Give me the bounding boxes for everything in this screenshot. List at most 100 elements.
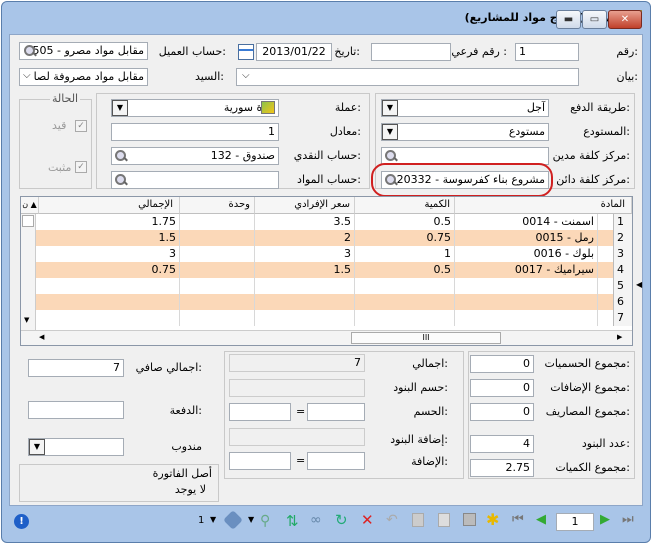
table-header-unit[interactable]: وحدة xyxy=(180,197,255,214)
save-icon[interactable] xyxy=(463,513,476,526)
scroll-down-arrow-icon[interactable]: ▼ xyxy=(24,316,29,324)
search-icon[interactable] xyxy=(23,44,37,58)
row-number[interactable]: 4 xyxy=(613,262,632,278)
payment-select[interactable]: آجل xyxy=(381,99,549,117)
vertical-scrollbar[interactable]: ▼ xyxy=(21,214,36,330)
cell-qty[interactable]: 0.5 xyxy=(355,214,455,230)
chevron-down-icon[interactable]: ⌵ xyxy=(242,70,250,81)
table-row[interactable]: 1 1.75 3.5 0.5 0014 - اسمنت xyxy=(36,214,632,230)
table-row[interactable]: 3 3 3 1 0016 - بلوك xyxy=(36,246,632,262)
currency-select[interactable]: ليرة سورية xyxy=(111,99,279,117)
rate-field[interactable]: 1 xyxy=(111,123,279,141)
payment-amount-field[interactable] xyxy=(28,401,124,419)
cell-unit[interactable] xyxy=(180,230,255,246)
posted-checkbox[interactable]: ✓ xyxy=(75,120,87,132)
table-row[interactable]: 5 ◀ xyxy=(36,278,642,294)
fixed-checkbox[interactable]: ✓ xyxy=(75,161,87,173)
row-number[interactable]: 3 xyxy=(613,246,632,262)
cell-qty[interactable] xyxy=(355,310,455,326)
row-number[interactable]: 7 xyxy=(613,310,632,326)
cell-total[interactable]: 3 xyxy=(39,246,180,262)
table-row[interactable]: 2 1.5 2 0.75 0015 - رمل xyxy=(36,230,632,246)
add-percent-field[interactable] xyxy=(307,452,365,470)
table-header-price[interactable]: سعر الإفرادي xyxy=(255,197,355,214)
chevron-down-icon[interactable]: ⌵ xyxy=(23,70,31,81)
cash-field[interactable]: 132 - صندوق xyxy=(111,147,279,165)
cell-item[interactable] xyxy=(455,310,598,326)
paste-icon[interactable] xyxy=(438,513,450,527)
close-button[interactable]: ✕ xyxy=(608,10,642,29)
cell-total[interactable] xyxy=(39,294,180,310)
row-number[interactable]: 2 xyxy=(613,230,632,246)
horizontal-scrollbar[interactable]: ◀ III ▶ xyxy=(21,330,632,345)
cell-item[interactable]: 0014 - اسمنت xyxy=(455,214,598,230)
first-record-icon[interactable]: ⏮ xyxy=(512,512,524,527)
cell-price[interactable] xyxy=(255,278,355,294)
statement-field[interactable] xyxy=(236,68,579,86)
warehouse-select[interactable]: مستودع xyxy=(381,123,549,141)
cell-unit[interactable] xyxy=(180,278,255,294)
table-header-item[interactable]: المادة xyxy=(455,197,632,214)
materials-field[interactable] xyxy=(111,171,279,189)
record-field[interactable]: 1 xyxy=(556,513,594,531)
row-number[interactable]: 1 xyxy=(613,214,632,230)
scroll-right-arrow-icon[interactable]: ▶ xyxy=(617,333,622,341)
info-icon[interactable]: ! xyxy=(14,514,29,529)
cell-price[interactable]: 2 xyxy=(255,230,355,246)
number-field[interactable]: 1 xyxy=(515,43,579,61)
search-icon[interactable] xyxy=(384,149,398,163)
dropdown-arrow-icon[interactable]: ▼ xyxy=(112,100,128,116)
dropdown-arrow-icon[interactable]: ▼ xyxy=(29,439,45,455)
minimize-button[interactable]: ▬ xyxy=(556,10,581,29)
scroll-left-arrow-icon[interactable]: ◀ xyxy=(39,333,44,341)
cell-qty[interactable]: 1 xyxy=(355,246,455,262)
view-icon[interactable]: ∞ xyxy=(310,512,322,528)
chevron-down-icon[interactable]: ▼ xyxy=(248,515,254,524)
mr-field[interactable]: مقابل مواد مصروفة لصا xyxy=(19,68,148,86)
client-account-field[interactable]: 505 - مقابل مواد مصرو xyxy=(19,42,148,60)
subnumber-field[interactable] xyxy=(371,43,451,61)
disc-percent-field[interactable] xyxy=(307,403,365,421)
dropdown-arrow-icon[interactable]: ▼ xyxy=(382,124,398,140)
copy-icon[interactable] xyxy=(412,513,424,527)
disc-value-field[interactable] xyxy=(229,403,291,421)
search-icon[interactable] xyxy=(114,173,128,187)
cell-unit[interactable] xyxy=(180,310,255,326)
add-value-field[interactable] xyxy=(229,452,291,470)
table-row[interactable]: 4 0.75 1.5 0.5 0017 - سيراميك xyxy=(36,262,632,278)
cell-price[interactable] xyxy=(255,294,355,310)
dropdown-arrow-icon[interactable]: ▼ xyxy=(382,100,398,116)
cell-total[interactable] xyxy=(39,310,180,326)
cell-item[interactable]: 0015 - رمل xyxy=(455,230,598,246)
table-header-total[interactable]: الإجمالي xyxy=(39,197,180,214)
previous-record-icon[interactable]: ◀ xyxy=(536,512,546,527)
refresh-icon[interactable]: ↻ xyxy=(335,511,348,529)
table-header-qty[interactable]: الكمية xyxy=(355,197,455,214)
row-number[interactable]: 6 xyxy=(613,294,632,310)
row-number[interactable]: 5 xyxy=(613,278,632,294)
cell-item[interactable]: 0017 - سيراميك xyxy=(455,262,598,278)
chevron-down-icon[interactable]: ▼ xyxy=(210,515,216,524)
cell-qty[interactable] xyxy=(355,294,455,310)
search-icon[interactable] xyxy=(114,149,128,163)
cell-total[interactable]: 0.75 xyxy=(39,262,180,278)
last-record-icon[interactable]: ⏭ xyxy=(622,512,634,527)
cell-qty[interactable] xyxy=(355,278,455,294)
scroll-thumb[interactable] xyxy=(22,215,34,227)
cell-price[interactable]: 3.5 xyxy=(255,214,355,230)
cell-price[interactable] xyxy=(255,310,355,326)
table-row[interactable]: 6 xyxy=(36,294,632,310)
cell-price[interactable]: 1.5 xyxy=(255,262,355,278)
cell-qty[interactable]: 0.5 xyxy=(355,262,455,278)
cell-qty[interactable]: 0.75 xyxy=(355,230,455,246)
cell-unit[interactable] xyxy=(180,294,255,310)
calendar-icon[interactable] xyxy=(238,44,254,60)
table-row[interactable]: 7 xyxy=(36,310,632,326)
next-record-icon[interactable]: ▶ xyxy=(600,512,610,527)
sort-icon[interactable]: ⇅ xyxy=(286,512,299,530)
new-icon[interactable]: ✱ xyxy=(486,510,499,529)
delete-icon[interactable]: ✕ xyxy=(361,511,374,529)
attach-icon[interactable] xyxy=(223,510,243,530)
maximize-button[interactable]: ▭ xyxy=(582,10,607,29)
cell-price[interactable]: 3 xyxy=(255,246,355,262)
